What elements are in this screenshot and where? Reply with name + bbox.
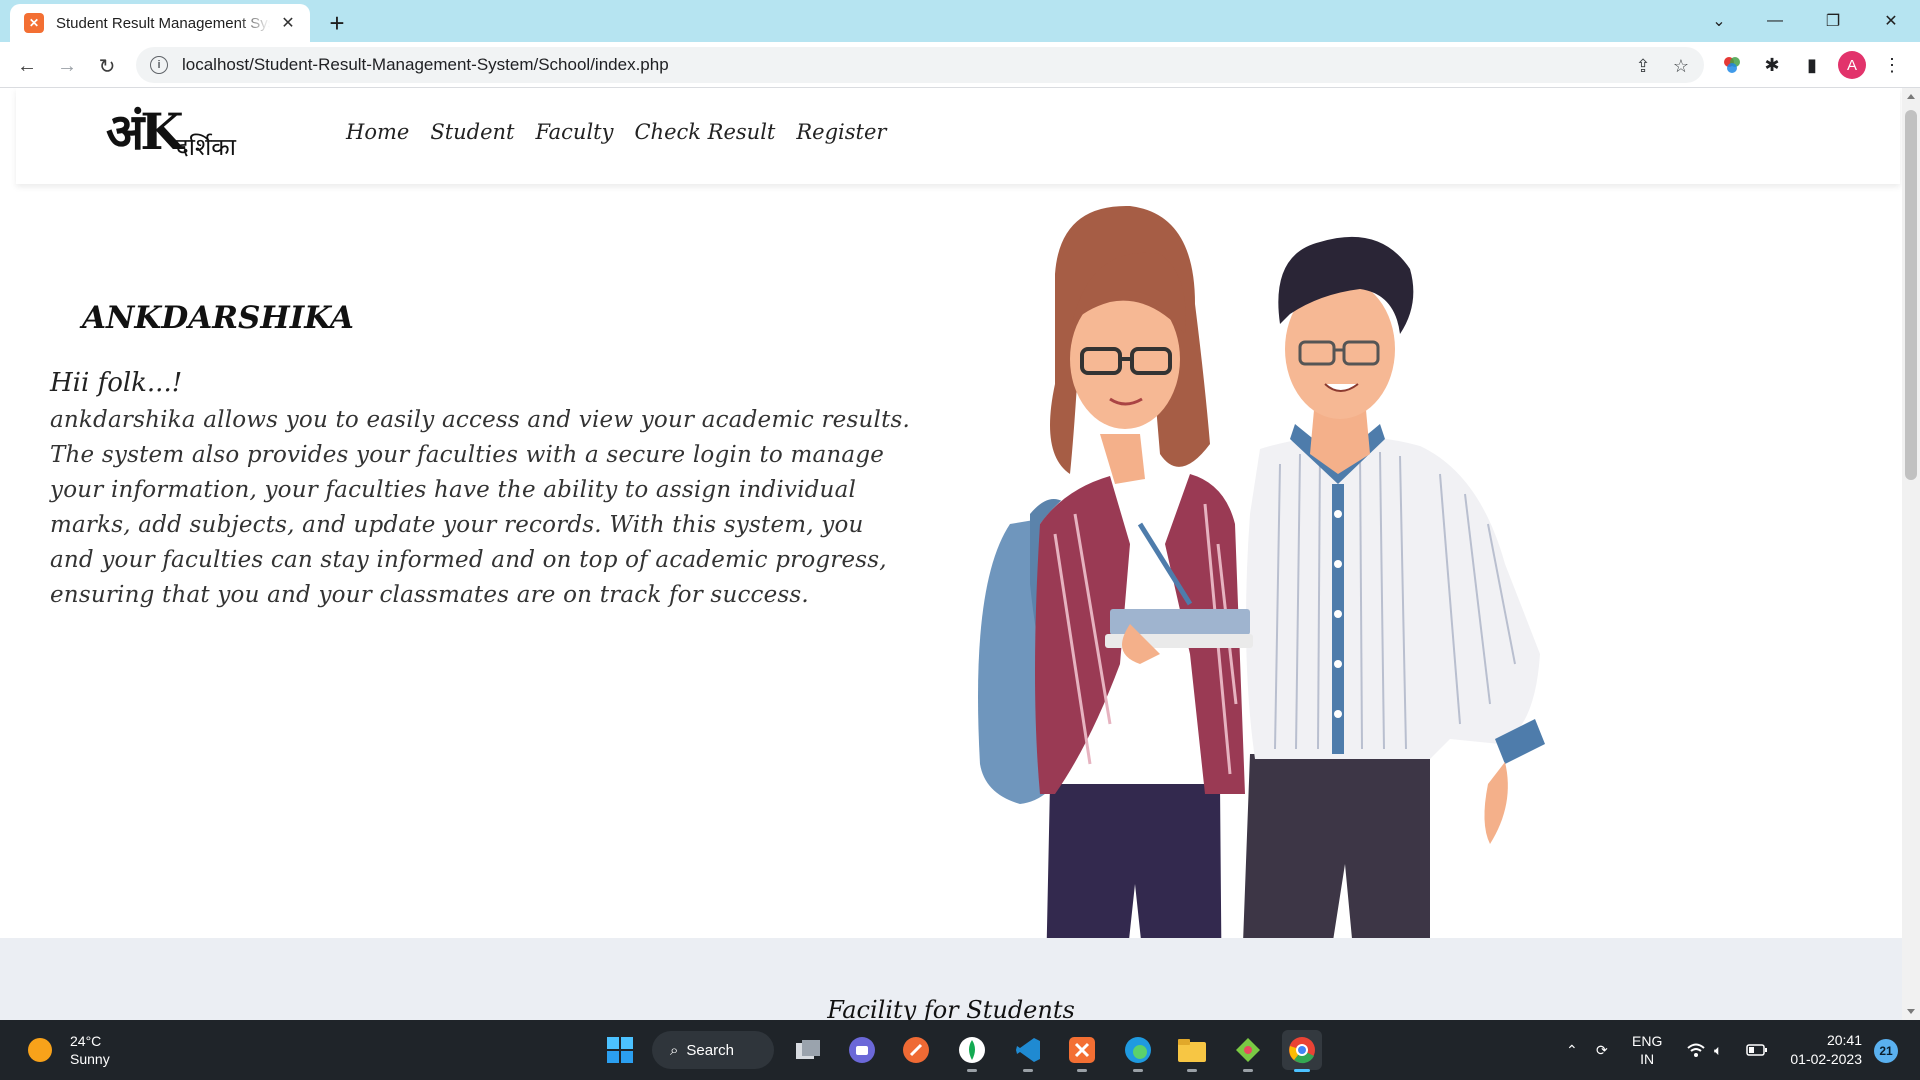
scroll-down-arrow-icon[interactable] [1907, 1009, 1915, 1014]
scroll-thumb[interactable] [1905, 110, 1917, 480]
minimize-button[interactable]: — [1752, 4, 1798, 38]
teams-chat-icon[interactable] [842, 1030, 882, 1070]
hero-greeting: Hii folk...! [50, 368, 183, 398]
nav-home-link[interactable]: Home [346, 120, 409, 144]
tab-search-chevron-icon[interactable]: ⌄ [1696, 4, 1742, 38]
wifi-icon[interactable] [1686, 1020, 1706, 1080]
logo-mark: अंK [106, 102, 184, 161]
running-indicator [1243, 1069, 1253, 1072]
facility-title: Facility for Students [827, 996, 1075, 1020]
running-indicator [1187, 1069, 1197, 1072]
running-indicator [967, 1069, 977, 1072]
url-text[interactable]: localhost/Student-Result-Management-Syst… [182, 55, 669, 75]
bookmark-star-icon[interactable]: ☆ [1668, 53, 1694, 79]
xampp-icon[interactable] [1062, 1030, 1102, 1072]
nav-faculty-link[interactable]: Faculty [536, 120, 614, 144]
main-menu: Home Student Faculty Check Result Regist… [346, 120, 886, 144]
hero-line: The system also provides your faculties … [50, 442, 885, 468]
site-navbar: अंK दर्शिका Home Student Faculty Check R… [16, 88, 1900, 184]
nav-register-link[interactable]: Register [796, 120, 886, 144]
search-icon: ⌕ [670, 1041, 679, 1059]
scroll-up-arrow-icon[interactable] [1907, 94, 1915, 99]
sun-icon [28, 1038, 52, 1062]
address-bar[interactable]: i localhost/Student-Result-Management-Sy… [136, 47, 1704, 83]
file-explorer-icon[interactable] [1172, 1030, 1212, 1072]
side-panel-icon[interactable]: ▮ [1798, 51, 1826, 79]
search-label: Search [686, 1041, 734, 1059]
taskbar-search[interactable]: ⌕ Search [652, 1031, 774, 1069]
hero-line: and your faculties can stay informed and… [50, 547, 887, 573]
language-code: ENG [1632, 1033, 1663, 1049]
vscode-icon[interactable] [1008, 1030, 1048, 1072]
hero-line: ensuring that you and your classmates ar… [50, 582, 809, 608]
xampp-icon: ✕ [24, 13, 44, 33]
site-info-icon[interactable]: i [150, 56, 168, 74]
weather-temperature: 24°C [70, 1033, 102, 1049]
nav-student-link[interactable]: Student [430, 120, 514, 144]
menu-kebab-icon[interactable]: ⋮ [1878, 51, 1906, 79]
running-indicator [1077, 1069, 1087, 1072]
active-indicator [1294, 1069, 1310, 1072]
close-tab-icon[interactable]: ✕ [278, 13, 298, 33]
running-indicator [1023, 1069, 1033, 1072]
hero-description: ankdarshika allows you to easily access … [50, 403, 920, 613]
students-illustration [978, 205, 1545, 1020]
hero-line: marks, add subjects, and update your rec… [50, 512, 864, 538]
site-logo[interactable]: अंK दर्शिका [106, 96, 266, 176]
reload-icon[interactable]: ↻ [91, 50, 123, 82]
hero-line: your information, your faculties have th… [50, 477, 857, 503]
logo-text: दर्शिका [176, 133, 236, 161]
show-hidden-icons[interactable]: ⌃ [1566, 1020, 1578, 1080]
system-clock[interactable]: 20:41 01-02-2023 [1784, 1031, 1862, 1069]
browser-toolbar: ← → ↻ i localhost/Student-Result-Managem… [0, 42, 1920, 88]
browser-tab-strip: ✕ Student Result Management System ✕ + ⌄… [0, 0, 1920, 42]
task-view-icon[interactable] [788, 1030, 828, 1070]
page-scrollbar[interactable] [1902, 88, 1920, 1020]
volume-icon[interactable]: 🔈︎ [1714, 1020, 1722, 1080]
share-icon[interactable]: ⇪ [1630, 53, 1656, 79]
mongodb-compass-icon[interactable] [952, 1030, 992, 1072]
battery-icon[interactable] [1746, 1020, 1768, 1080]
windows-taskbar: 24°C Sunny ⌕ Search ⌃ ⟳ ENG IN 🔈︎ 20:41 … [0, 1020, 1920, 1080]
profile-avatar[interactable]: A [1838, 51, 1866, 79]
facility-section: Facility for Students [0, 938, 1902, 1020]
edge-icon[interactable] [1118, 1030, 1158, 1072]
clock-date: 01-02-2023 [1790, 1051, 1862, 1067]
back-icon[interactable]: ← [11, 50, 43, 82]
weather-widget[interactable]: 24°C Sunny [28, 1032, 110, 1068]
weather-condition: Sunny [70, 1051, 110, 1067]
region-code: IN [1640, 1051, 1655, 1067]
new-tab-button[interactable]: + [322, 8, 352, 38]
postman-icon[interactable] [896, 1030, 936, 1070]
color-extension-icon[interactable] [1718, 51, 1746, 79]
chrome-icon[interactable] [1282, 1030, 1322, 1072]
hero-title: ANKDARSHIKA [82, 300, 354, 336]
tab-title: Student Result Management System [56, 14, 270, 32]
restore-button[interactable]: ❐ [1810, 4, 1856, 38]
sync-icon[interactable]: ⟳ [1596, 1020, 1608, 1080]
notification-badge[interactable]: 21 [1874, 1039, 1898, 1063]
close-window-button[interactable]: ✕ [1868, 4, 1914, 38]
clock-time: 20:41 [1826, 1032, 1862, 1048]
language-indicator[interactable]: ENG IN [1632, 1020, 1662, 1080]
browser-tab[interactable]: ✕ Student Result Management System ✕ [10, 4, 310, 42]
hero-line: ankdarshika allows you to easily access … [50, 407, 911, 433]
page-viewport: अंK दर्शिका Home Student Faculty Check R… [0, 88, 1902, 1020]
extensions-puzzle-icon[interactable]: ✱ [1758, 51, 1786, 79]
git-tool-icon[interactable] [1228, 1030, 1268, 1072]
nav-check-result-link[interactable]: Check Result [634, 120, 775, 144]
forward-icon[interactable]: → [51, 50, 83, 82]
windows-start-icon[interactable] [600, 1030, 640, 1070]
running-indicator [1133, 1069, 1143, 1072]
